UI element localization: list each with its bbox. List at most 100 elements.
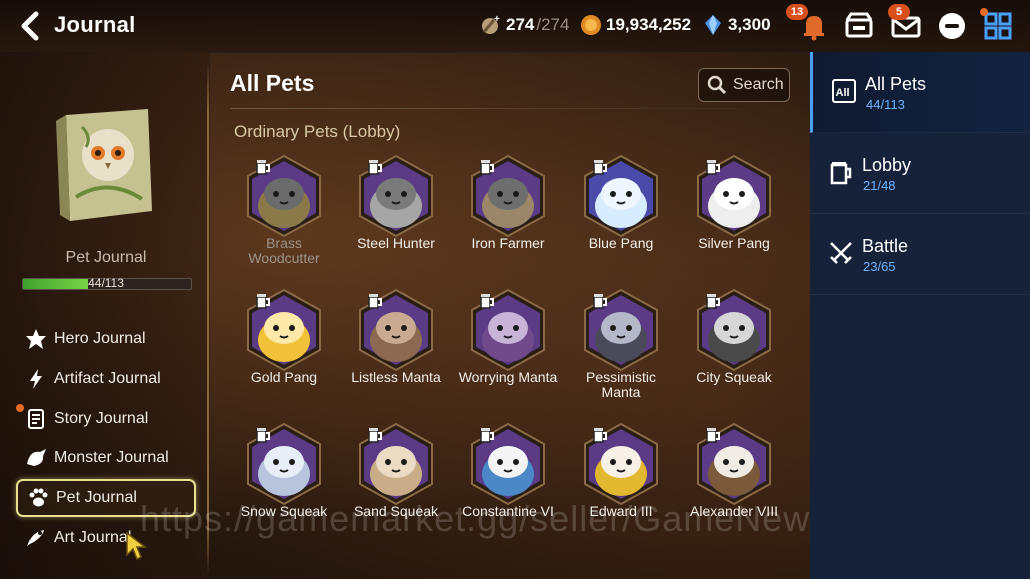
pet-card[interactable]: Blue Pang bbox=[571, 154, 671, 251]
page-title: Journal bbox=[54, 12, 136, 37]
story-alert-dot bbox=[16, 403, 24, 412]
pet-portrait bbox=[692, 422, 776, 506]
pet-card[interactable]: Iron Farmer bbox=[458, 154, 558, 251]
menu-grid-button[interactable] bbox=[980, 8, 1014, 42]
top-bar: Journal + 274 /274 19,934,252 3,300 13 5 bbox=[0, 0, 1030, 53]
pet-name: Iron Farmer bbox=[471, 235, 545, 251]
pet-portrait bbox=[466, 288, 550, 372]
shop-button[interactable] bbox=[843, 10, 875, 42]
lobby-mug-icon bbox=[828, 159, 854, 185]
artifact-icon bbox=[24, 367, 48, 391]
lobby-mug-icon bbox=[254, 158, 272, 176]
back-button[interactable] bbox=[16, 10, 46, 42]
mail-button[interactable]: 5 bbox=[888, 4, 922, 42]
lobby-mug-icon bbox=[478, 292, 496, 310]
tab-lobby[interactable]: Lobby 21/48 bbox=[810, 133, 1030, 214]
lobby-mug-icon bbox=[366, 426, 384, 444]
stamina-max: /274 bbox=[536, 15, 570, 34]
stamina-icon: + bbox=[480, 14, 502, 36]
pet-portrait bbox=[242, 288, 326, 372]
pet-name: Worrying Manta bbox=[458, 369, 558, 385]
section-divider bbox=[230, 108, 794, 109]
pet-portrait bbox=[354, 288, 438, 372]
pet-portrait bbox=[579, 422, 663, 506]
lobby-mug-icon bbox=[591, 426, 609, 444]
filter-tabs-panel: All All Pets 44/113 Lobby 21/48 Battle 2… bbox=[810, 52, 1030, 579]
pet-card[interactable]: City Squeak bbox=[684, 288, 784, 385]
lobby-mug-icon bbox=[704, 426, 722, 444]
notifications-button[interactable]: 13 bbox=[786, 4, 830, 42]
lobby-mug-icon bbox=[478, 426, 496, 444]
watermark-text: https://gamemarket.gg/seller/GameNews bbox=[140, 498, 830, 539]
crystal-icon bbox=[702, 14, 724, 36]
gold-display: 19,934,252 bbox=[580, 14, 691, 36]
pet-portrait bbox=[579, 288, 663, 372]
pet-portrait bbox=[242, 422, 326, 506]
section-title: All Pets bbox=[230, 70, 315, 96]
stamina-current: 274 bbox=[506, 15, 535, 34]
crystal-amount: 3,300 bbox=[728, 15, 771, 34]
tab-label: Battle bbox=[862, 236, 909, 256]
stamina-display: + 274 /274 bbox=[480, 14, 569, 36]
lobby-mug-icon bbox=[366, 158, 384, 176]
tab-all-pets[interactable]: All All Pets 44/113 bbox=[810, 52, 1030, 133]
mail-badge: 5 bbox=[888, 4, 910, 20]
menu-item-monster-journal[interactable]: Monster Journal bbox=[16, 439, 196, 477]
lobby-mug-icon bbox=[478, 158, 496, 176]
pet-portrait bbox=[579, 154, 663, 238]
pet-name: Pessimistic Manta bbox=[585, 369, 656, 400]
paw-icon bbox=[26, 486, 50, 510]
chat-icon bbox=[939, 13, 965, 39]
tab-count: 44/113 bbox=[866, 97, 905, 112]
search-icon bbox=[707, 75, 727, 95]
tab-count: 23/65 bbox=[863, 259, 896, 274]
pet-portrait bbox=[354, 154, 438, 238]
pet-card[interactable]: Worrying Manta bbox=[458, 288, 558, 385]
pet-card[interactable]: Steel Hunter bbox=[346, 154, 446, 251]
tab-battle[interactable]: Battle 23/65 bbox=[810, 214, 1030, 295]
pet-card[interactable]: Gold Pang bbox=[234, 288, 334, 385]
pet-portrait bbox=[692, 288, 776, 372]
pointer-cursor-icon bbox=[125, 531, 148, 563]
pet-card[interactable]: Silver Pang bbox=[684, 154, 784, 251]
pet-name: City Squeak bbox=[696, 369, 772, 385]
pet-portrait bbox=[242, 154, 326, 238]
pet-name: Steel Hunter bbox=[357, 235, 435, 251]
menu-label: Monster Journal bbox=[54, 449, 169, 467]
menu-item-story-journal[interactable]: Story Journal bbox=[16, 400, 196, 438]
tab-count: 21/48 bbox=[863, 178, 896, 193]
menu-label: Artifact Journal bbox=[54, 369, 161, 387]
menu-item-hero-journal[interactable]: Hero Journal bbox=[16, 320, 196, 358]
shop-icon bbox=[845, 12, 873, 38]
pet-portrait bbox=[466, 154, 550, 238]
pet-journal-book-illustration bbox=[52, 107, 158, 225]
menu-label: Hero Journal bbox=[54, 330, 146, 347]
lobby-mug-icon bbox=[591, 158, 609, 176]
notifications-badge: 13 bbox=[786, 4, 808, 20]
chat-button[interactable] bbox=[936, 10, 968, 42]
svg-text:All: All bbox=[836, 87, 850, 99]
pet-name: Silver Pang bbox=[698, 235, 770, 251]
journal-progress-text: 44/113 bbox=[88, 276, 124, 290]
chevron-left-icon bbox=[21, 11, 39, 41]
crystal-display: 3,300 bbox=[702, 14, 771, 36]
lobby-mug-icon bbox=[704, 158, 722, 176]
scroll-icon bbox=[24, 407, 48, 431]
pet-card[interactable]: Brass Woodcutter bbox=[234, 154, 334, 266]
lobby-mug-icon bbox=[366, 292, 384, 310]
menu-label: Story Journal bbox=[54, 409, 149, 427]
pet-name: Brass Woodcutter bbox=[248, 235, 320, 266]
menu-label: Pet Journal bbox=[56, 489, 137, 507]
crossed-swords-icon bbox=[828, 240, 854, 266]
pet-name: Blue Pang bbox=[588, 235, 654, 251]
menu-alert-dot bbox=[980, 8, 988, 16]
lobby-mug-icon bbox=[704, 292, 722, 310]
pet-portrait bbox=[466, 422, 550, 506]
pet-card[interactable]: Listless Manta bbox=[346, 288, 446, 385]
pet-card[interactable]: Pessimistic Manta bbox=[571, 288, 671, 400]
pet-portrait bbox=[354, 422, 438, 506]
gold-coin-icon bbox=[580, 14, 602, 36]
tab-label: Lobby bbox=[862, 155, 912, 175]
search-button[interactable]: Search bbox=[698, 68, 790, 102]
menu-item-artifact-journal[interactable]: Artifact Journal bbox=[16, 360, 196, 398]
